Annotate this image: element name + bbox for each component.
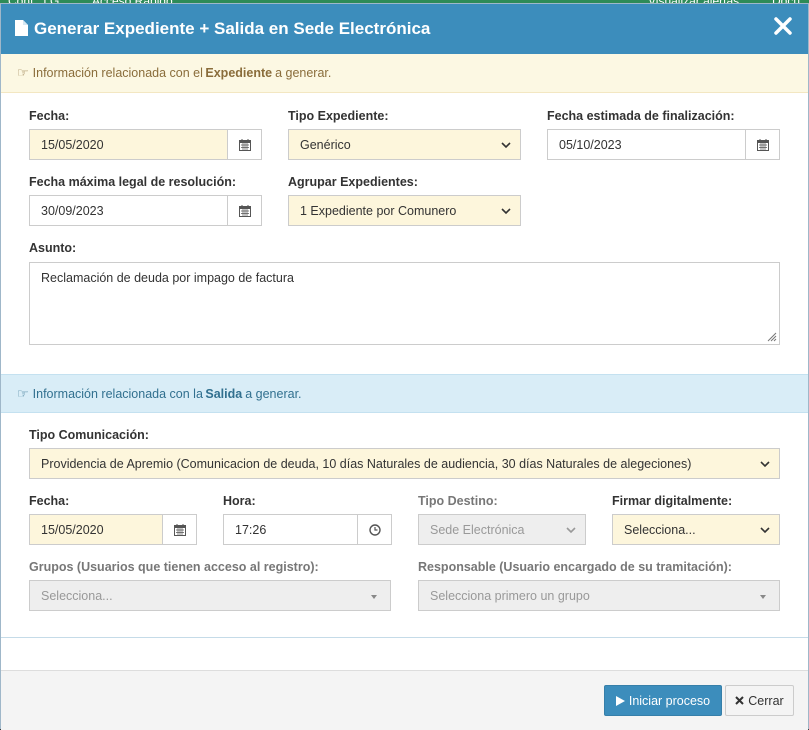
fecha-maxima-label: Fecha máxima legal de resolución: [29,175,237,189]
fecha-label: Fecha: [29,109,70,123]
grupos-select: Selecciona... [29,580,391,611]
calendar-icon[interactable] [745,129,780,160]
tipo-expediente-select[interactable]: Genérico [288,129,521,160]
expediente-info-alert: ☞ Información relacionada con el Expedie… [1,54,808,93]
firmar-label: Firmar digitalmente: [612,494,733,508]
play-icon [615,695,625,706]
fecha-estimada-value: 05/10/2023 [559,137,622,152]
chevron-down-icon [501,142,511,149]
chevron-down-icon [760,527,770,534]
hora-value: 17:26 [235,522,267,537]
chevron-down-icon [501,208,511,215]
generar-expediente-modal: Generar Expediente + Salida en Sede Elec… [0,3,809,730]
file-icon [15,19,28,39]
modal-footer: Iniciar proceso Cerrar [1,670,808,730]
responsable-select: Selecciona primero un grupo [418,580,780,611]
hand-pointer-icon: ☞ [17,65,29,80]
salida-info-alert: ☞ Información relacionada con la Salida … [1,374,808,413]
firmar-value: Selecciona... [624,522,696,537]
caret-down-icon [760,595,766,599]
cerrar-button[interactable]: Cerrar [725,685,794,716]
chevron-down-icon [760,461,770,468]
fecha-estimada-label: Fecha estimada de finalización: [547,109,735,123]
agrupar-label: Agrupar Expedientes: [288,175,418,189]
resize-handle-icon[interactable] [766,331,777,342]
hora-input[interactable]: 17:26 [223,514,392,545]
calendar-icon[interactable] [227,129,262,160]
tipo-comunicacion-select[interactable]: Providencia de Apremio (Comunicacion de … [29,448,780,479]
modal-title: Generar Expediente + Salida en Sede Elec… [34,19,431,38]
salida-fecha-input[interactable]: 15/05/2020 [29,514,197,545]
salida-alert-prefix: Información relacionada con la [32,386,203,401]
grupos-value: Selecciona... [41,588,113,603]
tipo-destino-label: Tipo Destino: [418,494,498,508]
fecha-maxima-value: 30/09/2023 [41,203,104,218]
expediente-alert-prefix: Información relacionada con el [32,66,203,80]
hora-label: Hora: [223,494,256,508]
asunto-value: Reclamación de deuda por impago de factu… [41,271,294,285]
cerrar-label: Cerrar [748,693,784,708]
section-divider [1,637,808,638]
salida-fecha-value: 15/05/2020 [41,522,104,537]
hand-pointer-icon: ☞ [17,385,29,401]
calendar-icon[interactable] [162,514,197,545]
agrupar-value: 1 Expediente por Comunero [300,203,457,218]
expediente-alert-strong: Expediente [205,66,273,80]
fecha-estimada-input[interactable]: 05/10/2023 [547,129,780,160]
fecha-value: 15/05/2020 [41,137,104,152]
fecha-input[interactable]: 15/05/2020 [29,129,262,160]
responsable-value: Selecciona primero un grupo [430,588,590,603]
tipo-destino-select: Sede Electrónica [418,514,586,545]
tipo-comunicacion-value: Providencia de Apremio (Comunicacion de … [41,456,692,471]
modal-header: Generar Expediente + Salida en Sede Elec… [1,4,808,54]
salida-alert-suffix: a generar. [245,386,302,401]
clock-icon[interactable] [357,514,392,545]
iniciar-proceso-button[interactable]: Iniciar proceso [604,685,722,716]
agrupar-select[interactable]: 1 Expediente por Comunero [288,195,521,226]
tipo-expediente-label: Tipo Expediente: [288,109,389,123]
responsable-label: Responsable (Usuario encargado de su tra… [418,560,732,574]
tipo-destino-value: Sede Electrónica [430,522,525,537]
tipo-expediente-value: Genérico [300,137,351,152]
tipo-comunicacion-label: Tipo Comunicación: [29,428,149,442]
asunto-label: Asunto: [29,241,77,255]
iniciar-proceso-label: Iniciar proceso [628,693,711,708]
calendar-icon[interactable] [227,195,262,226]
salida-alert-strong: Salida [205,386,243,401]
expediente-alert-suffix: a generar. [275,66,332,80]
asunto-textarea[interactable]: Reclamación de deuda por impago de factu… [29,262,780,345]
salida-fecha-label: Fecha: [29,494,70,508]
fecha-maxima-input[interactable]: 30/09/2023 [29,195,262,226]
firmar-select[interactable]: Selecciona... [612,514,780,545]
close-icon[interactable] [772,15,794,37]
caret-down-icon [371,595,377,599]
close-icon [735,696,744,705]
chevron-down-icon [566,527,576,534]
grupos-label: Grupos (Usuarios que tienen acceso al re… [29,560,319,574]
